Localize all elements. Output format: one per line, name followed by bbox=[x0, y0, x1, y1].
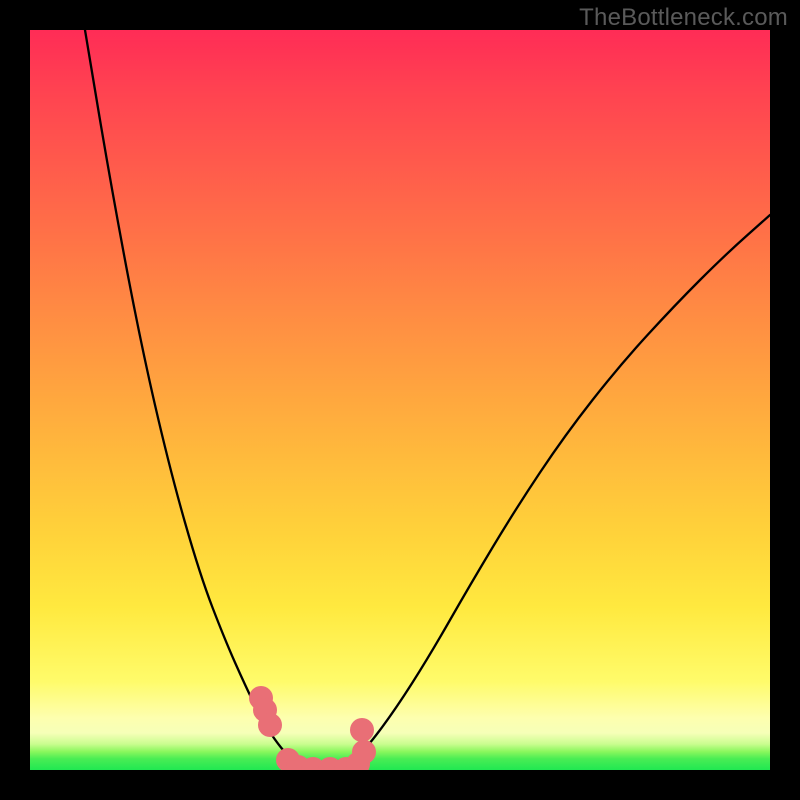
marker-point bbox=[352, 740, 376, 764]
marker-points bbox=[249, 686, 376, 770]
chart-svg bbox=[30, 30, 770, 770]
right-curve bbox=[330, 215, 770, 770]
left-curve bbox=[85, 30, 330, 770]
chart-frame: TheBottleneck.com bbox=[0, 0, 800, 800]
marker-point bbox=[258, 713, 282, 737]
plot-area bbox=[30, 30, 770, 770]
marker-point bbox=[350, 718, 374, 742]
watermark-text: TheBottleneck.com bbox=[579, 4, 788, 32]
